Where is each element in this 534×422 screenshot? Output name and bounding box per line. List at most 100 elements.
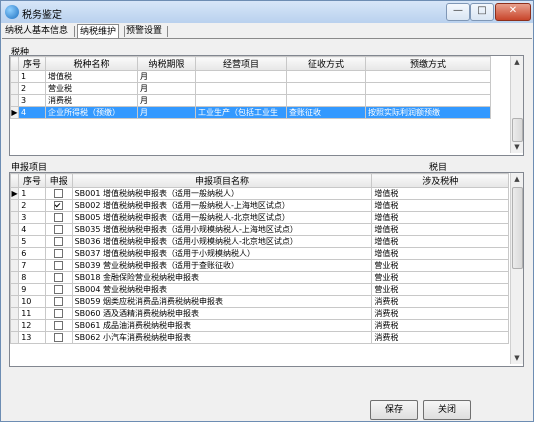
scroll-thumb[interactable] xyxy=(512,118,523,142)
tax-row[interactable]: 2 营业税 月 xyxy=(10,82,491,95)
declare-checkbox[interactable] xyxy=(54,297,64,306)
col-header-no[interactable]: 序号 xyxy=(18,56,46,71)
tab-warning-settings[interactable]: 预警设置 xyxy=(126,24,162,38)
cell-business xyxy=(195,94,287,107)
tab-taxpayer-info[interactable]: 纳税人基本信息 xyxy=(5,24,68,38)
declaration-row[interactable]: 8 SB018 金融保险营业税纳税申报表 营业税 xyxy=(10,271,509,284)
cell-no: 2 xyxy=(18,199,46,212)
declaration-row[interactable]: ▶ 1 SB001 增值税纳税申报表（适用一般纳税人） 增值税 xyxy=(10,187,509,200)
title-bar: 税务鉴定 — □ ✕ xyxy=(1,1,533,23)
col-header-business[interactable]: 经营项目 xyxy=(195,56,287,71)
col-header-tax-name[interactable]: 税种名称 xyxy=(45,56,138,71)
declare-checkbox[interactable] xyxy=(54,285,64,294)
col-header-tax[interactable]: 涉及税种 xyxy=(371,173,509,188)
tax-grid-scrollbar[interactable]: ▲ ▼ xyxy=(510,56,523,153)
tab-panel: 税种 序号 税种名称 纳税期限 经营项目 征收方式 预缴方式 1 增值税 月 2… xyxy=(2,38,532,421)
cell-no: 8 xyxy=(18,271,46,284)
tax-row[interactable]: 1 增值税 月 xyxy=(10,70,491,83)
cell-business: 工业生产（包括工业生 xyxy=(195,106,287,119)
cell-declare xyxy=(44,307,73,320)
declare-checkbox[interactable] xyxy=(54,237,64,246)
cell-tax: 增值税 xyxy=(371,211,509,224)
cell-prepay xyxy=(365,70,491,83)
cell-no: 6 xyxy=(18,247,46,260)
declaration-row[interactable]: 7 SB039 营业税纳税申报表（适用于查账征收） 营业税 xyxy=(10,259,509,272)
cell-tax: 消费税 xyxy=(371,295,509,308)
save-button[interactable]: 保存 xyxy=(370,400,418,420)
cell-period: 月 xyxy=(137,94,196,107)
declare-checkbox[interactable] xyxy=(54,333,64,342)
tax-type-grid[interactable]: 序号 税种名称 纳税期限 经营项目 征收方式 预缴方式 1 增值税 月 2 营业… xyxy=(9,55,524,156)
declaration-grid-scrollbar[interactable]: ▲ ▼ xyxy=(510,173,523,364)
tab-divider xyxy=(124,26,125,37)
cell-declare xyxy=(44,199,73,212)
declaration-grid[interactable]: 序号 申报 申报项目名称 涉及税种 ▶ 1 SB001 增值税纳税申报表（适用一般纳… xyxy=(9,172,524,367)
declaration-row[interactable]: 3 SB005 增值税纳税申报表（适用一般纳税人-北京地区试点） 增值税 xyxy=(10,211,509,224)
scroll-thumb[interactable] xyxy=(512,187,523,269)
cell-tax: 增值税 xyxy=(371,199,509,212)
col-header-prepay[interactable]: 预缴方式 xyxy=(365,56,491,71)
scroll-up-icon[interactable]: ▲ xyxy=(511,56,523,68)
row-indicator xyxy=(10,271,20,284)
cell-tax: 增值税 xyxy=(371,235,509,248)
declare-checkbox[interactable] xyxy=(54,309,64,318)
declare-checkbox[interactable] xyxy=(54,321,64,330)
row-indicator xyxy=(10,82,19,95)
window-title: 税务鉴定 xyxy=(22,10,62,21)
declaration-table: 序号 申报 申报项目名称 涉及税种 ▶ 1 SB001 增值税纳税申报表（适用一般纳… xyxy=(10,173,509,344)
col-header-collection[interactable]: 征收方式 xyxy=(286,56,366,71)
declaration-row[interactable]: 11 SB060 酒及酒精消费税纳税申报表 消费税 xyxy=(10,307,509,320)
maximize-button[interactable]: □ xyxy=(470,3,494,21)
tax-row[interactable]: 3 消费税 月 xyxy=(10,94,491,107)
cell-declare xyxy=(44,187,73,200)
row-indicator-header xyxy=(10,56,19,71)
cell-business xyxy=(195,70,287,83)
declaration-row[interactable]: 5 SB036 增值税纳税申报表（适用小规模纳税人-北京地区试点） 增值税 xyxy=(10,235,509,248)
close-button[interactable]: 关闭 xyxy=(423,400,471,420)
declaration-row[interactable]: 13 SB062 小汽车消费税纳税申报表 消费税 xyxy=(10,331,509,344)
cell-item-name: SB036 增值税纳税申报表（适用小规模纳税人-北京地区试点） xyxy=(71,235,373,248)
cell-no: 9 xyxy=(18,283,46,296)
col-header-declare[interactable]: 申报 xyxy=(44,173,73,188)
tax-row-selected[interactable]: ▶ 4 企业所得税（预缴） 月 工业生产（包括工业生 查账征收 按照实际利润额预… xyxy=(10,106,491,119)
row-indicator xyxy=(10,331,20,344)
row-indicator xyxy=(10,307,20,320)
declaration-row[interactable]: 9 SB004 营业税纳税申报表 营业税 xyxy=(10,283,509,296)
row-indicator xyxy=(10,247,20,260)
tab-tax-maintenance[interactable]: 纳税维护 xyxy=(77,24,120,39)
declare-table-header: 序号 申报 申报项目名称 涉及税种 xyxy=(10,173,509,188)
declaration-row[interactable]: 10 SB059 烟类应税消费品消费税纳税申报表 消费税 xyxy=(10,295,509,308)
col-header-period[interactable]: 纳税期限 xyxy=(137,56,196,71)
cell-period: 月 xyxy=(137,106,196,119)
cell-tax: 增值税 xyxy=(371,187,509,200)
declare-checkbox[interactable] xyxy=(54,201,64,210)
declare-checkbox[interactable] xyxy=(54,261,64,270)
cell-tax: 增值税 xyxy=(371,247,509,260)
declaration-row[interactable]: 12 SB061 成品油消费税纳税申报表 消费税 xyxy=(10,319,509,332)
close-window-button[interactable]: ✕ xyxy=(495,3,531,21)
row-indicator xyxy=(10,319,20,332)
declare-checkbox[interactable] xyxy=(54,249,64,258)
col-header-no[interactable]: 序号 xyxy=(18,173,46,188)
declare-checkbox[interactable] xyxy=(54,273,64,282)
cell-item-name: SB001 增值税纳税申报表（适用一般纳税人） xyxy=(71,187,373,200)
cell-no: 12 xyxy=(18,319,46,332)
declaration-row[interactable]: 2 SB002 增值税纳税申报表（适用一般纳税人-上海地区试点） 增值税 xyxy=(10,199,509,212)
cell-declare xyxy=(44,295,73,308)
cell-declare xyxy=(44,235,73,248)
declaration-row[interactable]: 4 SB035 增值税纳税申报表（适用小规模纳税人-上海地区试点） 增值税 xyxy=(10,223,509,236)
cell-declare xyxy=(44,247,73,260)
declare-checkbox[interactable] xyxy=(54,225,64,234)
scroll-down-icon[interactable]: ▼ xyxy=(511,352,523,364)
col-header-item-name[interactable]: 申报项目名称 xyxy=(71,173,373,188)
declare-checkbox[interactable] xyxy=(54,189,64,198)
declare-checkbox[interactable] xyxy=(54,213,64,222)
cell-no: 10 xyxy=(18,295,46,308)
cell-collection xyxy=(286,82,366,95)
minimize-button[interactable]: — xyxy=(446,3,470,21)
scroll-down-icon[interactable]: ▼ xyxy=(511,141,523,153)
cell-no: 1 xyxy=(18,70,46,83)
cell-tax-name: 消费税 xyxy=(45,94,138,107)
declaration-row[interactable]: 6 SB037 增值税纳税申报表（适用于小规模纳税人） 增值税 xyxy=(10,247,509,260)
scroll-up-icon[interactable]: ▲ xyxy=(511,173,523,185)
